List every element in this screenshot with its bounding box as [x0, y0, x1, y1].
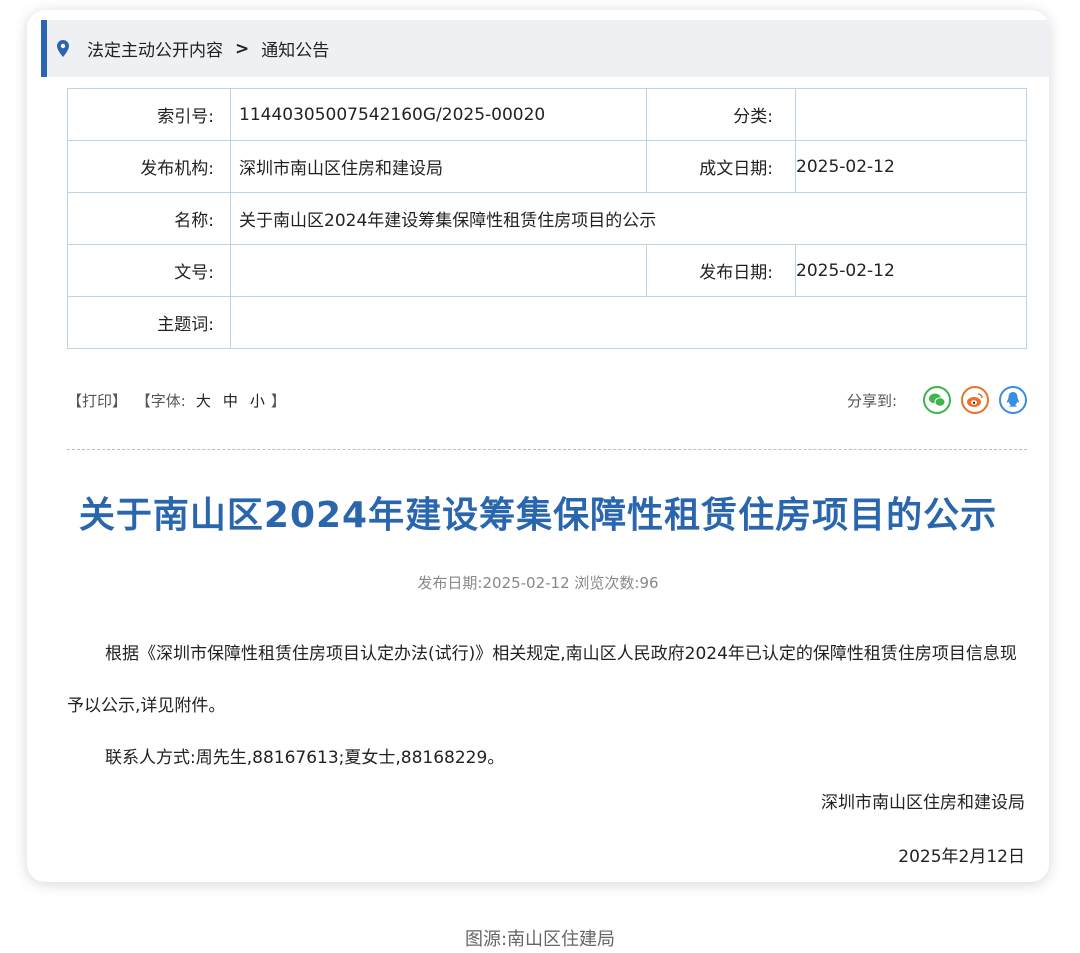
- index-value: 11440305007542160G/2025-00020: [231, 89, 647, 141]
- breadcrumb-separator: >: [235, 39, 249, 59]
- publish-date-value: 2025-02-12: [796, 245, 1027, 297]
- publish-date-label: 发布日期:: [647, 245, 796, 297]
- table-row: 发布机构: 深圳市南山区住房和建设局 成文日期: 2025-02-12: [68, 141, 1027, 193]
- article-body: 根据《深圳市保障性租赁住房项目认定办法(试行)》相关规定,南山区人民政府2024…: [67, 628, 1025, 784]
- table-row: 主题词:: [68, 297, 1027, 349]
- print-button[interactable]: 【打印】: [67, 392, 127, 410]
- name-label: 名称:: [68, 193, 231, 245]
- table-row: 文号: 发布日期: 2025-02-12: [68, 245, 1027, 297]
- location-pin-icon: [57, 38, 73, 60]
- table-row: 名称: 关于南山区2024年建设筹集保障性租赁住房项目的公示: [68, 193, 1027, 245]
- signature-date: 2025年2月12日: [898, 842, 1025, 867]
- breadcrumb-item-notices[interactable]: 通知公告: [261, 36, 329, 61]
- category-value: [796, 89, 1027, 141]
- weibo-icon[interactable]: [961, 386, 989, 414]
- written-date-label: 成文日期:: [647, 141, 796, 193]
- notice-card: 法定主动公开内容 > 通知公告 索引号: 11440305007542160G/…: [27, 10, 1049, 882]
- font-large-button[interactable]: 大: [196, 392, 211, 410]
- keywords-label: 主题词:: [68, 297, 231, 349]
- font-small-button[interactable]: 小: [250, 392, 265, 410]
- breadcrumb: 法定主动公开内容 > 通知公告: [41, 20, 1049, 77]
- name-value: 关于南山区2024年建设筹集保障性租赁住房项目的公示: [231, 193, 1027, 245]
- keywords-value: [231, 297, 1027, 349]
- image-caption: 图源:南山区住建局: [0, 925, 1080, 951]
- share-label: 分享到:: [847, 390, 897, 411]
- contact-line: 联系人方式:周先生,88167613;夏女士,88168229。: [67, 732, 1025, 784]
- table-row: 索引号: 11440305007542160G/2025-00020 分类:: [68, 89, 1027, 141]
- breadcrumb-item-public-content[interactable]: 法定主动公开内容: [87, 36, 223, 61]
- index-label: 索引号:: [68, 89, 231, 141]
- docno-label: 文号:: [68, 245, 231, 297]
- docno-value: [231, 245, 647, 297]
- publisher-label: 发布机构:: [68, 141, 231, 193]
- info-table: 索引号: 11440305007542160G/2025-00020 分类: 发…: [67, 88, 1027, 349]
- article-title: 关于南山区2024年建设筹集保障性租赁住房项目的公示: [27, 486, 1049, 538]
- written-date-value: 2025-02-12: [796, 141, 1027, 193]
- font-medium-button[interactable]: 中: [223, 392, 238, 410]
- dashed-divider: [67, 449, 1027, 450]
- article-paragraph: 根据《深圳市保障性租赁住房项目认定办法(试行)》相关规定,南山区人民政府2024…: [67, 628, 1025, 732]
- publisher-value: 深圳市南山区住房和建设局: [231, 141, 647, 193]
- article-toolbar: 【打印】 【字体: 大中小】 分享到:: [67, 386, 1027, 416]
- font-size-prefix: 【字体:: [136, 392, 186, 410]
- signature-issuer: 深圳市南山区住房和建设局: [821, 788, 1025, 813]
- article-meta: 发布日期:2025-02-12 浏览次数:96: [27, 572, 1049, 593]
- wechat-icon[interactable]: [923, 386, 951, 414]
- category-label: 分类:: [647, 89, 796, 141]
- qq-icon[interactable]: [999, 386, 1027, 414]
- font-size-suffix: 】: [271, 392, 286, 410]
